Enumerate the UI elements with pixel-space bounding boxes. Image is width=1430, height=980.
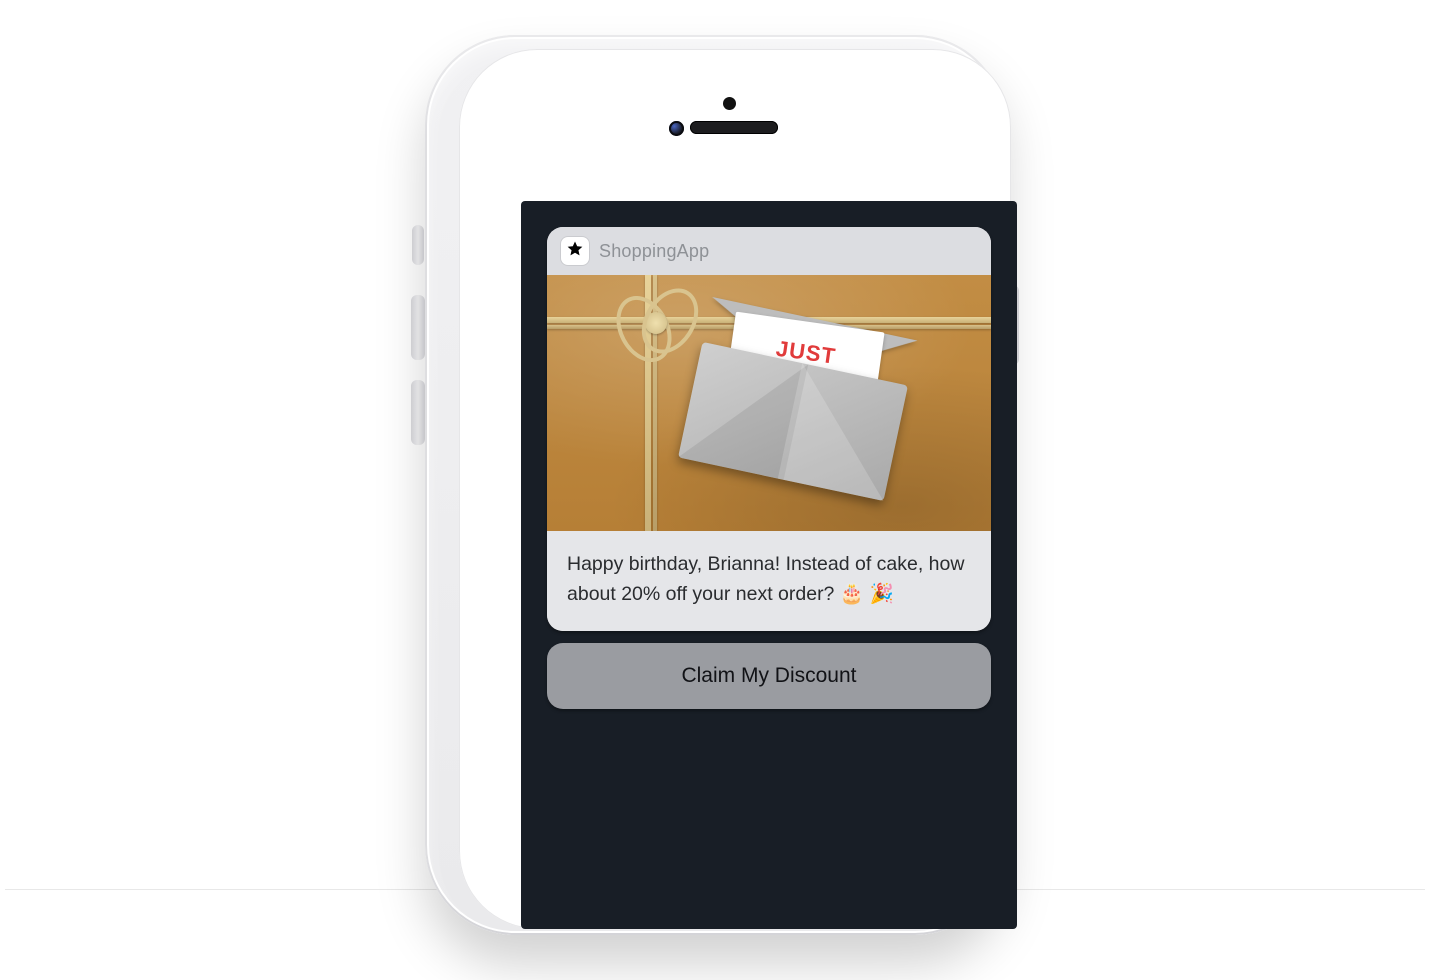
phone-mute-switch	[412, 225, 424, 265]
phone-mockup: ShoppingApp JUST FOR YOU	[405, 35, 1025, 935]
star-icon	[566, 240, 584, 263]
phone-body: ShoppingApp JUST FOR YOU	[425, 35, 1005, 935]
notification-hero-image: JUST FOR YOU	[547, 275, 991, 531]
hero-twine-bow	[615, 290, 695, 370]
notification-message: Happy birthday, Brianna! Instead of cake…	[567, 549, 971, 609]
notification-body: Happy birthday, Brianna! Instead of cake…	[547, 531, 991, 631]
notification-app-name: ShoppingApp	[599, 241, 709, 262]
phone-screen: ShoppingApp JUST FOR YOU	[521, 201, 1017, 929]
app-icon	[561, 237, 589, 265]
phone-speaker	[690, 121, 778, 134]
notification-card[interactable]: ShoppingApp JUST FOR YOU	[547, 227, 991, 631]
phone-face: ShoppingApp JUST FOR YOU	[459, 49, 1011, 929]
hero-envelope: JUST FOR YOU	[680, 303, 917, 493]
phone-volume-down	[411, 380, 425, 445]
claim-discount-label: Claim My Discount	[681, 664, 856, 688]
phone-proximity-sensor	[723, 97, 736, 110]
notification-header: ShoppingApp	[547, 227, 991, 275]
phone-front-camera	[669, 121, 684, 136]
claim-discount-button[interactable]: Claim My Discount	[547, 643, 991, 709]
phone-volume-up	[411, 295, 425, 360]
